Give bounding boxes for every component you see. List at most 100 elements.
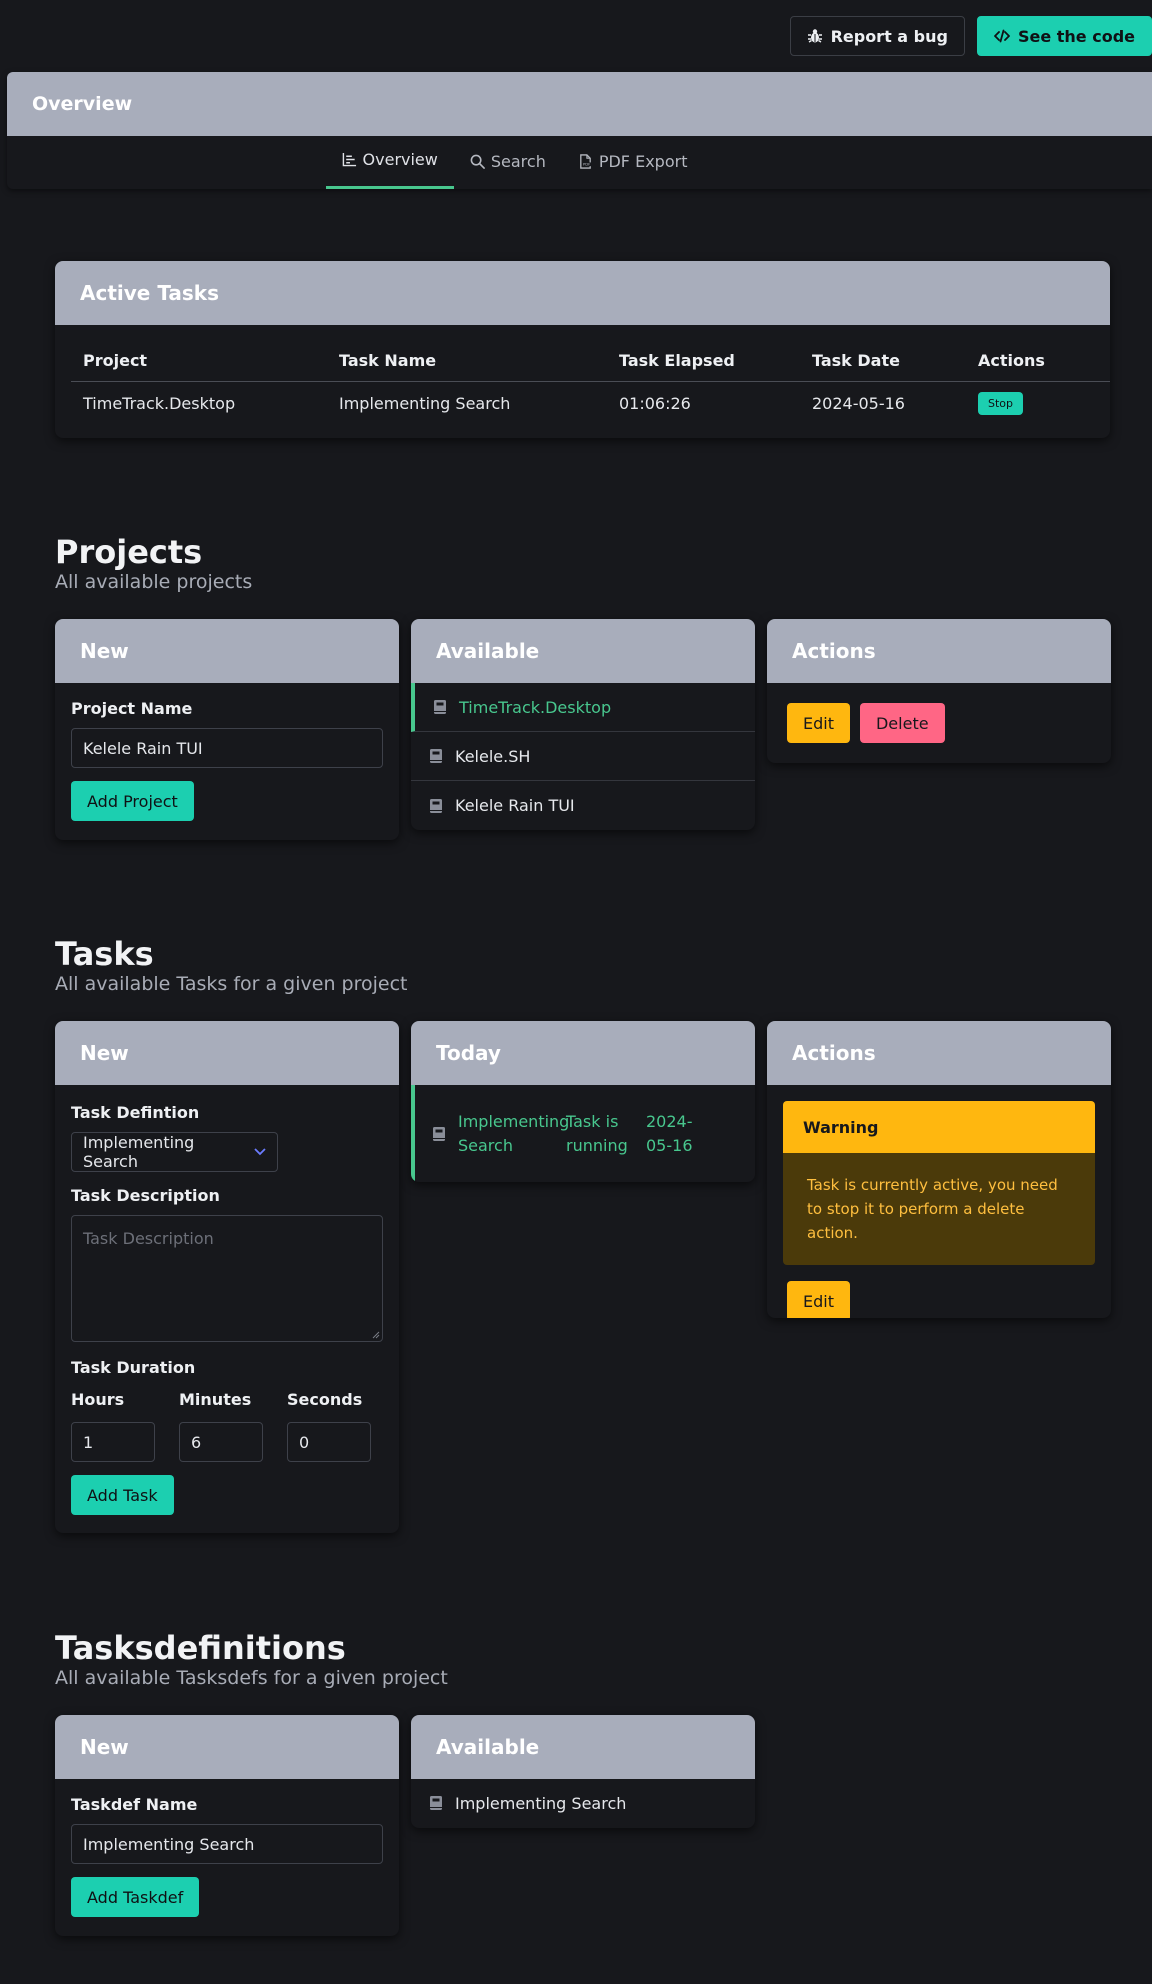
code-icon xyxy=(994,29,1010,43)
projects-available-title: Available xyxy=(411,619,755,683)
resize-handle-icon[interactable] xyxy=(372,1331,380,1339)
report-bug-button[interactable]: Report a bug xyxy=(789,16,965,56)
bug-icon xyxy=(807,29,822,43)
today-task-status: Task is running xyxy=(566,1111,628,1155)
task-definition-label: Task Defintion xyxy=(71,1103,200,1122)
stop-button[interactable]: Stop xyxy=(978,391,1024,415)
see-code-button[interactable]: See the code xyxy=(976,16,1152,56)
edit-project-button[interactable]: Edit xyxy=(787,703,850,743)
column-header: Task Name xyxy=(327,341,607,382)
tasks-today-card: Today Implementing Search Task is runnin… xyxy=(411,1021,755,1182)
projects-new-title: New xyxy=(55,619,399,683)
warning-text: Task is currently active, you need to st… xyxy=(783,1153,1095,1265)
minutes-label: Minutes xyxy=(179,1390,252,1409)
task-duration-label: Task Duration xyxy=(71,1358,196,1377)
overview-card: Overview Overview Search PDF PDF Export xyxy=(7,72,1152,189)
tasks-actions-title: Actions xyxy=(767,1021,1111,1085)
today-task-item[interactable]: Implementing Search Task is running 2024… xyxy=(411,1085,755,1182)
projects-actions-card: Actions Edit Delete xyxy=(767,619,1111,763)
taskdefs-available-title: Available xyxy=(411,1715,755,1779)
chevron-down-icon xyxy=(254,1148,266,1156)
overview-title: Overview xyxy=(7,72,1152,136)
taskdef-name-input[interactable]: Implementing Search xyxy=(71,1824,383,1864)
search-icon xyxy=(470,154,485,169)
warning-title: Warning xyxy=(783,1101,1095,1153)
projects-actions-title: Actions xyxy=(767,619,1111,683)
tasks-new-title: New xyxy=(55,1021,399,1085)
list-item[interactable]: Kelele.SH xyxy=(411,732,755,781)
tab-search-label: Search xyxy=(490,151,546,171)
seconds-input[interactable]: 0 xyxy=(287,1422,371,1462)
hours-input[interactable]: 1 xyxy=(71,1422,155,1462)
column-header: Task Elapsed xyxy=(607,341,800,382)
task-description-label: Task Description xyxy=(71,1186,220,1205)
task-description-placeholder: Task Description xyxy=(83,1229,214,1248)
tab-search[interactable]: Search xyxy=(454,136,562,189)
pdf-icon: PDF xyxy=(579,153,591,169)
today-task-date: 2024-05-16 xyxy=(646,1111,693,1155)
book-icon xyxy=(430,798,442,813)
projects-title: Projects xyxy=(55,533,203,571)
task-definition-select[interactable]: Implementing Search xyxy=(71,1132,278,1172)
add-project-button[interactable]: Add Project xyxy=(71,781,194,821)
seconds-label: Seconds xyxy=(287,1390,363,1409)
cell-date: 2024-05-16 xyxy=(812,393,905,413)
task-duration-fields: Hours 1 Minutes 6 Seconds 0 xyxy=(71,1390,383,1462)
today-task-name: Implementing Search xyxy=(458,1111,570,1155)
column-header: Actions xyxy=(966,341,1110,382)
table-row: TimeTrack.Desktop Implementing Search 01… xyxy=(71,381,1110,425)
tasks-new-card: New Task Defintion Implementing Search T… xyxy=(55,1021,399,1533)
report-bug-label: Report a bug xyxy=(830,26,948,46)
table-header-row: Project Task Name Task Elapsed Task Date… xyxy=(71,341,1110,382)
book-icon xyxy=(433,1126,445,1141)
tab-overview[interactable]: Overview xyxy=(325,136,454,189)
cell-project: TimeTrack.Desktop xyxy=(83,393,236,413)
tasks-subtitle: All available Tasks for a given project xyxy=(55,973,408,995)
taskdef-name: Implementing Search xyxy=(455,1793,627,1813)
taskdef-name-label: Taskdef Name xyxy=(71,1795,198,1814)
tab-pdf-export[interactable]: PDF PDF Export xyxy=(562,136,704,189)
taskdefs-new-card: New Taskdef Name Implementing Search Add… xyxy=(55,1715,399,1936)
book-icon xyxy=(430,749,442,763)
add-task-button[interactable]: Add Task xyxy=(71,1475,174,1515)
add-taskdef-button[interactable]: Add Taskdef xyxy=(71,1877,200,1917)
taskdefs-title: Tasksdefinitions xyxy=(55,1629,346,1667)
list-item[interactable]: Kelele Rain TUI xyxy=(411,781,755,830)
taskdefs-available-card: Available Implementing Search xyxy=(411,1715,755,1828)
cell-task-name: Implementing Search xyxy=(339,393,511,413)
cell-elapsed: 01:06:26 xyxy=(619,393,691,413)
minutes-input[interactable]: 6 xyxy=(179,1422,263,1462)
warning-message: Warning Task is currently active, you ne… xyxy=(783,1101,1095,1265)
active-tasks-card: Active Tasks Project Task Name Task Elap… xyxy=(55,261,1110,438)
svg-text:PDF: PDF xyxy=(583,162,590,166)
tab-bar: Overview Search PDF PDF Export xyxy=(7,136,1152,189)
taskdefs-list: Implementing Search xyxy=(411,1779,755,1827)
chart-icon xyxy=(342,152,356,166)
active-tasks-title: Active Tasks xyxy=(55,261,1110,325)
taskdefs-new-title: New xyxy=(55,1715,399,1779)
project-name-input[interactable]: Kelele Rain TUI xyxy=(71,728,383,768)
projects-available-card: Available TimeTrack.Desktop Kelele.SH Ke… xyxy=(411,619,755,830)
task-description-textarea[interactable]: Task Description xyxy=(71,1215,383,1342)
project-name: Kelele Rain TUI xyxy=(455,796,575,815)
delete-project-button[interactable]: Delete xyxy=(859,703,945,743)
top-actions: Report a bug See the code xyxy=(789,16,1152,56)
hours-label: Hours xyxy=(71,1390,125,1409)
tasks-title: Tasks xyxy=(55,935,154,973)
book-icon xyxy=(430,1796,442,1810)
column-header: Project xyxy=(71,341,327,382)
projects-subtitle: All available projects xyxy=(55,571,253,593)
edit-task-button[interactable]: Edit xyxy=(787,1281,850,1318)
list-item[interactable]: Implementing Search xyxy=(411,1779,755,1827)
project-name-label: Project Name xyxy=(71,699,193,718)
list-item[interactable]: TimeTrack.Desktop xyxy=(411,683,755,732)
task-definition-value: Implementing Search xyxy=(83,1133,195,1171)
book-icon xyxy=(434,700,446,714)
see-code-label: See the code xyxy=(1017,26,1135,46)
column-header: Task Date xyxy=(800,341,966,382)
projects-list: TimeTrack.Desktop Kelele.SH Kelele Rain … xyxy=(411,683,755,830)
tasks-today-title: Today xyxy=(411,1021,755,1085)
cell-actions: Stop xyxy=(966,381,1110,425)
taskdefs-subtitle: All available Tasksdefs for a given proj… xyxy=(55,1667,448,1689)
project-name: Kelele.SH xyxy=(455,746,531,766)
